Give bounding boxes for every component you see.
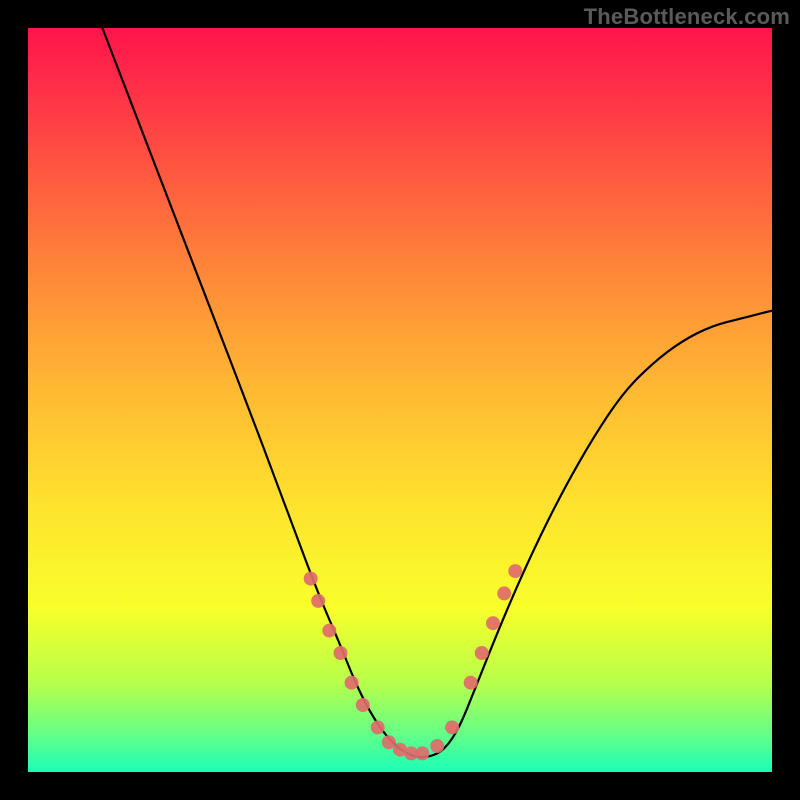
curve-marker <box>334 646 348 660</box>
curve-marker <box>445 720 459 734</box>
chart-svg <box>28 28 772 772</box>
curve-marker <box>304 572 318 586</box>
bottleneck-curve <box>102 28 772 757</box>
plot-frame <box>28 28 772 772</box>
curve-marker <box>464 676 478 690</box>
curve-marker <box>430 739 444 753</box>
curve-marker <box>497 586 511 600</box>
curve-marker <box>322 624 336 638</box>
marker-layer <box>304 564 523 760</box>
curve-marker <box>508 564 522 578</box>
curve-marker <box>475 646 489 660</box>
curve-marker <box>415 746 429 760</box>
curve-marker <box>345 676 359 690</box>
curve-marker <box>356 698 370 712</box>
curve-marker <box>371 720 385 734</box>
watermark-text: TheBottleneck.com <box>584 4 790 30</box>
curve-marker <box>486 616 500 630</box>
curve-marker <box>311 594 325 608</box>
